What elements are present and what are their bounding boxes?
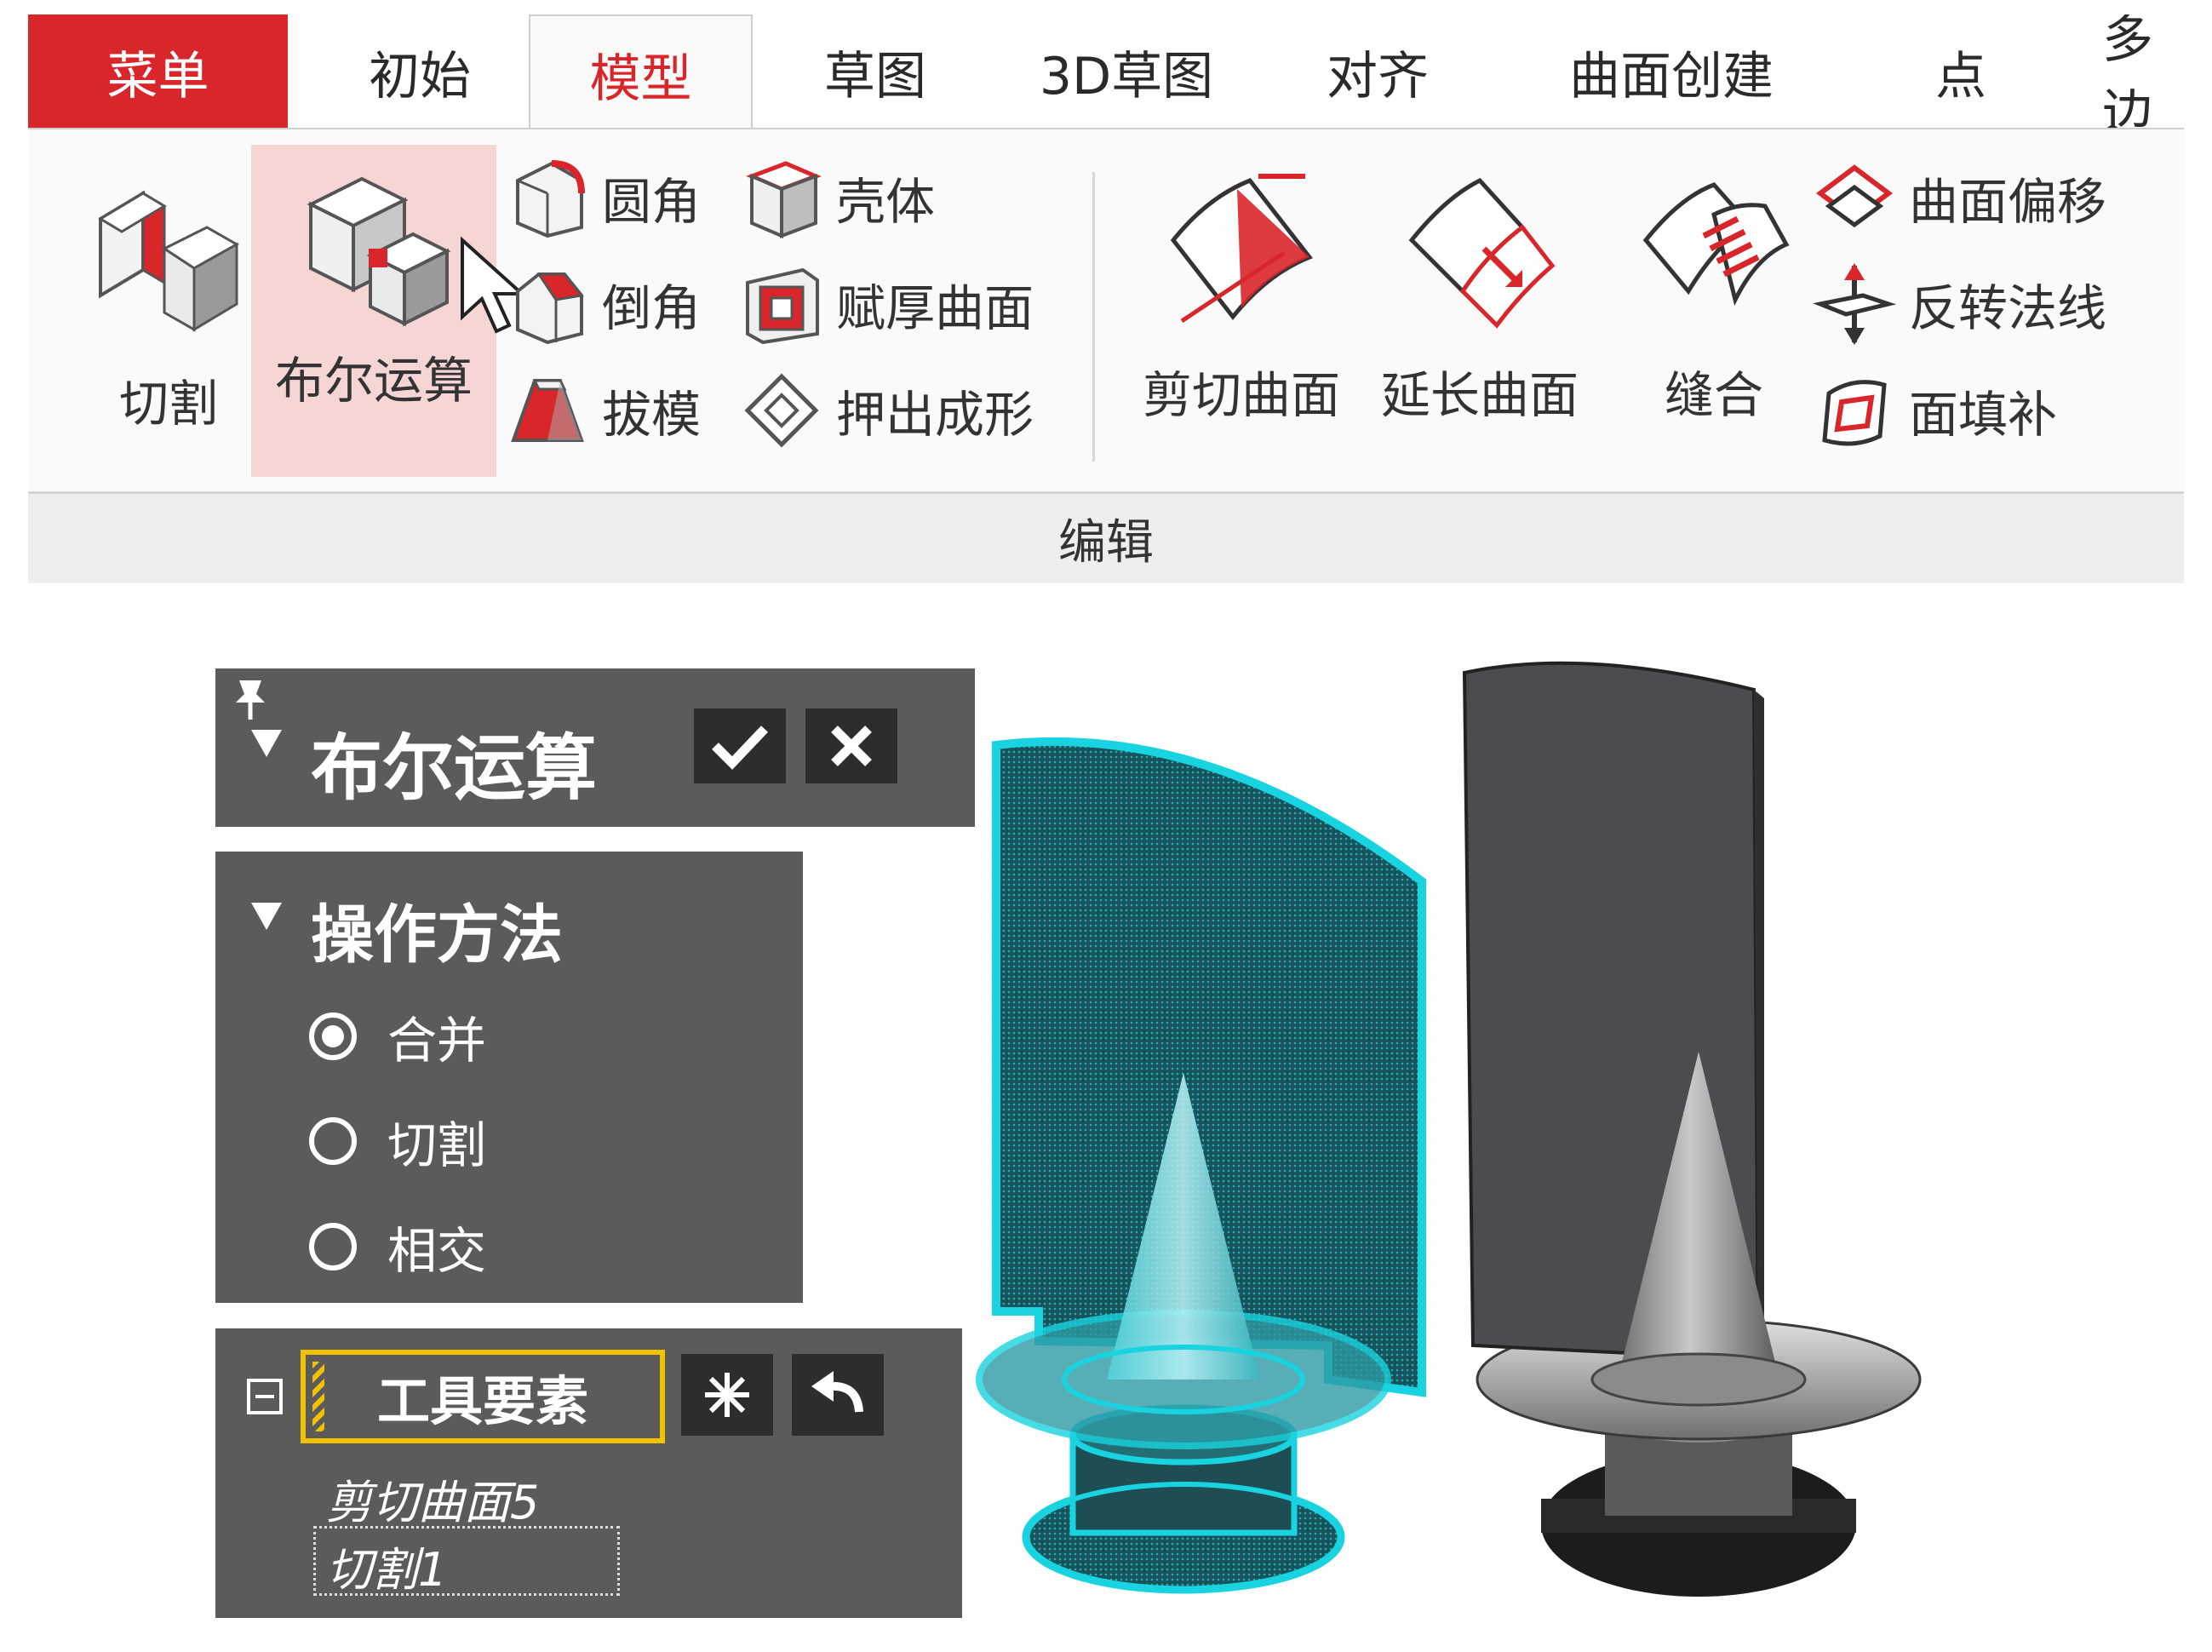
shell-label: 壳体 [836, 173, 936, 231]
option-cut[interactable]: 切割 [309, 1105, 486, 1177]
boolean-icon [307, 176, 451, 327]
emboss-button[interactable]: 押出成形 [739, 364, 1034, 457]
group-separator [1092, 172, 1095, 462]
tab-point[interactable]: 点 [1867, 14, 2054, 129]
model-viewport[interactable] [971, 647, 1992, 1652]
tool-elements-section: 工具要素 剪切曲面5 切割1 [215, 1328, 962, 1618]
extend-surface-icon [1408, 177, 1556, 329]
tab-3d-sketch[interactable]: 3D草图 [999, 14, 1254, 129]
panel-title: 布尔运算 [311, 726, 598, 810]
tab-menu[interactable]: 菜单 [28, 14, 288, 129]
ribbon-tab-bar: 菜单 初始 模型 草图 3D草图 对齐 曲面创建 点 多边 [28, 14, 2184, 133]
tab-polygon[interactable]: 多边 [2072, 14, 2184, 129]
stitch-label: 缝合 [1664, 366, 1763, 424]
chamfer-icon [516, 272, 584, 345]
close-icon [831, 726, 872, 766]
cut-button[interactable]: 切割 [62, 155, 275, 462]
offset-surface-button[interactable]: 曲面偏移 [1812, 151, 2106, 244]
undo-button[interactable] [792, 1354, 884, 1436]
checkmark-icon [712, 726, 768, 770]
undo-icon [811, 1371, 863, 1413]
draft-label: 拔模 [602, 386, 702, 444]
tab-align[interactable]: 对齐 [1271, 14, 1484, 129]
cut-icon [98, 190, 240, 332]
draft-button[interactable]: 拔模 [505, 364, 701, 457]
fill-face-button[interactable]: 面填补 [1812, 364, 2057, 457]
trim-surface-label: 剪切曲面 [1142, 366, 1340, 424]
confirm-button[interactable] [694, 708, 786, 783]
tab-surface-create[interactable]: 曲面创建 [1501, 14, 1842, 129]
emboss-icon [744, 373, 819, 448]
offset-surface-label: 曲面偏移 [1909, 173, 2107, 231]
tool-item-label: 切割1 [326, 1543, 448, 1597]
trim-surface-icon [1170, 174, 1314, 324]
cut-label: 切割 [118, 375, 218, 433]
pin-icon [236, 680, 265, 720]
tab-initial[interactable]: 初始 [288, 14, 552, 129]
tool-item-selected[interactable]: 切割1 [313, 1526, 620, 1597]
collapse-box-icon[interactable] [246, 1378, 284, 1415]
tool-elements-label: 工具要素 [376, 1370, 588, 1432]
chamfer-label: 倒角 [602, 279, 702, 337]
trim-surface-button[interactable]: 剪切曲面 [1118, 155, 1365, 462]
asterisk-button[interactable] [681, 1354, 773, 1436]
fill-face-label: 面填补 [1909, 386, 2058, 444]
option-intersect[interactable]: 相交 [309, 1211, 486, 1282]
radio-cut[interactable] [309, 1117, 357, 1165]
boolean-panel-header: 布尔运算 [215, 668, 975, 827]
offset-surface-icon [1816, 164, 1893, 228]
extend-surface-button[interactable]: 延长曲面 [1356, 155, 1603, 462]
selected-model[interactable] [976, 737, 1426, 1594]
flip-normal-button[interactable]: 反转法线 [1812, 257, 2106, 351]
flip-normal-icon [1813, 263, 1897, 345]
tool-item[interactable]: 剪切曲面5 [326, 1465, 539, 1532]
cancel-button[interactable] [805, 708, 897, 783]
option-merge[interactable]: 合并 [309, 1001, 486, 1072]
fillet-label: 圆角 [602, 173, 702, 231]
extend-surface-label: 延长曲面 [1380, 366, 1579, 424]
thicken-surface-button[interactable]: 赋厚曲面 [739, 257, 1034, 351]
fillet-icon [516, 160, 585, 238]
operation-method-section: 操作方法 合并 切割 相交 [215, 852, 803, 1303]
stitch-button[interactable]: 缝合 [1603, 155, 1825, 462]
fill-face-icon [1822, 380, 1887, 446]
section-title: 操作方法 [311, 898, 563, 972]
tab-model[interactable]: 模型 [529, 14, 753, 133]
field-stripe [312, 1362, 324, 1431]
option-merge-label: 合并 [387, 1012, 487, 1070]
radio-intersect[interactable] [309, 1223, 357, 1271]
flip-normal-label: 反转法线 [1909, 279, 2107, 337]
tool-elements-field[interactable]: 工具要素 [301, 1350, 665, 1443]
ribbon-panel: 切割 布尔运算 圆角 倒角 拔模 壳体 赋厚曲面 押出成形 剪切曲面 延长曲面 … [28, 128, 2184, 494]
draft-icon [511, 379, 584, 442]
thicken-label: 赋厚曲面 [836, 279, 1034, 337]
radio-merge[interactable] [309, 1012, 357, 1060]
shell-button[interactable]: 壳体 [739, 151, 935, 244]
stitch-icon [1642, 182, 1790, 307]
tab-sketch[interactable]: 草图 [769, 14, 982, 129]
boolean-label: 布尔运算 [274, 352, 473, 410]
option-cut-label: 切割 [387, 1116, 487, 1174]
result-model[interactable] [1462, 661, 1922, 1597]
asterisk-icon [705, 1373, 749, 1417]
shell-icon [746, 161, 822, 239]
thicken-icon [746, 267, 819, 345]
fillet-button[interactable]: 圆角 [505, 151, 701, 244]
collapse-triangle-icon[interactable] [249, 901, 284, 932]
collapse-triangle-icon[interactable] [249, 728, 284, 759]
option-intersect-label: 相交 [387, 1222, 487, 1280]
chamfer-button[interactable]: 倒角 [505, 257, 701, 351]
edit-group-label: 编辑 [28, 491, 2184, 583]
emboss-label: 押出成形 [836, 386, 1034, 444]
